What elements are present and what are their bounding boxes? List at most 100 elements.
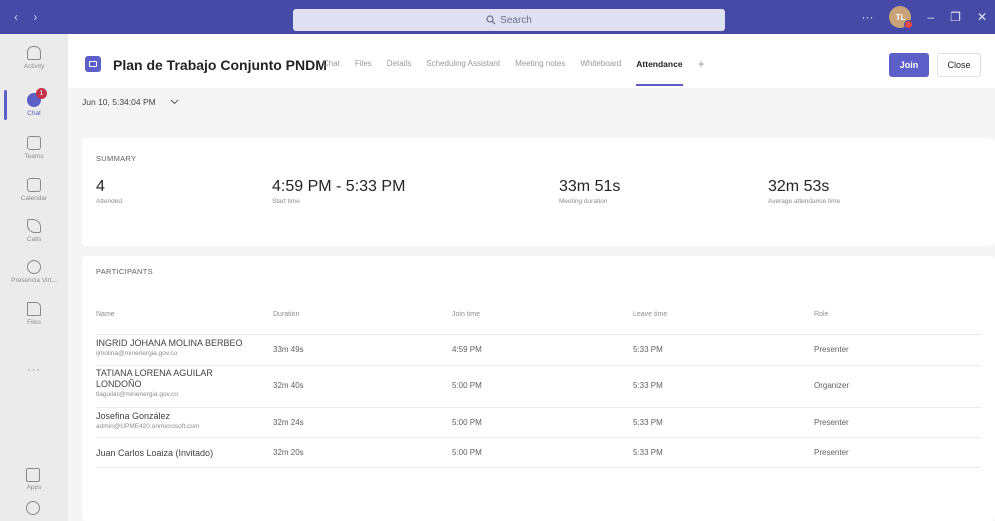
- rail-item-label: Calls: [26, 236, 42, 243]
- join-button[interactable]: Join: [889, 53, 929, 77]
- rail-item-label: Calendar: [20, 195, 48, 202]
- apps-label: Apps: [26, 484, 42, 491]
- more-options-button[interactable]: ···: [861, 10, 873, 24]
- participant-name: Josefina González: [96, 411, 171, 421]
- participant-leave-time: 5:33 PM: [633, 448, 663, 457]
- apps-icon[interactable]: [26, 468, 40, 482]
- stat-value: 4:59 PM - 5:33 PM: [272, 178, 406, 195]
- avatar[interactable]: TL: [889, 6, 914, 29]
- minimize-icon[interactable]: –: [927, 10, 934, 24]
- tab-chat[interactable]: Chat: [323, 56, 340, 86]
- tab-details[interactable]: Details: [387, 56, 411, 86]
- participant-join-time: 5:00 PM: [452, 418, 482, 427]
- participant-duration: 33m 49s: [273, 345, 304, 354]
- bell-icon: [27, 46, 41, 60]
- tab-scheduling-assistant[interactable]: Scheduling Assistant: [426, 56, 500, 86]
- column-header-join-time[interactable]: Join time: [452, 311, 480, 318]
- participant-duration: 32m 20s: [273, 448, 304, 457]
- tab-files[interactable]: Files: [355, 56, 372, 86]
- participant-join-time: 5:00 PM: [452, 448, 482, 457]
- summary-card: SUMMARY 4 Attended 4:59 PM - 5:33 PM Sta…: [82, 138, 995, 246]
- rail-item-presencia-virtual[interactable]: Presencia Virt...: [0, 252, 68, 292]
- participant-leave-time: 5:33 PM: [633, 381, 663, 390]
- add-tab-button[interactable]: +: [698, 56, 705, 86]
- stat-value: 33m 51s: [559, 178, 621, 195]
- back-forward-nav[interactable]: ‹ ›: [14, 10, 43, 24]
- meeting-tabs: Chat Files Details Scheduling Assistant …: [323, 56, 705, 86]
- tab-attendance[interactable]: Attendance: [636, 56, 683, 86]
- rail-item-files[interactable]: Files: [0, 294, 68, 334]
- search-input[interactable]: Search: [293, 9, 725, 31]
- participant-role: Presenter: [814, 448, 849, 457]
- stat-attended: 4 Attended: [96, 178, 122, 205]
- stat-average-attendance: 32m 53s Average attendance time: [768, 178, 840, 205]
- participants-card: PARTICIPANTS Name Duration Join time Lea…: [82, 256, 995, 521]
- rail-item-label: Files: [27, 319, 41, 326]
- calendar-icon: [27, 178, 41, 192]
- table-row[interactable]: INGRID JOHANA MOLINA BERBEO ijmolina@min…: [96, 336, 981, 366]
- rail-item-label: Presencia Virt...: [11, 277, 57, 284]
- app-icon: [27, 260, 41, 274]
- rail-item-activity[interactable]: Activity: [0, 38, 68, 78]
- rail-item-calendar[interactable]: Calendar: [0, 170, 68, 210]
- file-icon: [27, 302, 41, 316]
- participant-leave-time: 5:33 PM: [633, 418, 663, 427]
- table-row[interactable]: Josefina González admin@UPME420.onmicros…: [96, 408, 981, 438]
- participant-role: Presenter: [814, 345, 849, 354]
- search-placeholder: Search: [500, 14, 532, 26]
- meeting-title: Plan de Trabajo Conjunto PNDM: [113, 57, 327, 73]
- participant-role: Presenter: [814, 418, 849, 427]
- column-header-duration[interactable]: Duration: [273, 311, 299, 318]
- teams-icon: [27, 136, 41, 150]
- stat-caption: Meeting duration: [559, 198, 608, 205]
- column-header-role[interactable]: Role: [814, 311, 828, 318]
- stat-caption: Average attendance time: [768, 198, 841, 205]
- help-icon[interactable]: [26, 501, 40, 515]
- column-header-leave-time[interactable]: Leave time: [633, 311, 667, 318]
- participant-name: TATIANA LORENA AGUILAR LONDOÑO: [96, 368, 213, 389]
- chat-badge: 1: [36, 88, 47, 99]
- participant-leave-time: 5:33 PM: [633, 345, 663, 354]
- stat-caption: Start time: [272, 198, 300, 205]
- maximize-icon[interactable]: ❐: [950, 10, 961, 24]
- close-window-icon[interactable]: ✕: [977, 10, 987, 24]
- column-header-name[interactable]: Name: [96, 311, 115, 318]
- app-rail: Activity 1 Chat Teams Calendar Calls Pre…: [0, 34, 68, 521]
- attendance-date-value: Jun 10, 5:34:04 PM: [82, 97, 156, 107]
- participant-role: Organizer: [814, 381, 850, 390]
- rail-item-label: Chat: [27, 110, 41, 117]
- attendance-date-dropdown[interactable]: Jun 10, 5:34:04 PM: [82, 97, 179, 107]
- stat-meeting-duration: 33m 51s Meeting duration: [559, 178, 620, 205]
- table-row[interactable]: Juan Carlos Loaiza (Invitado) 32m 20s 5:…: [96, 438, 981, 468]
- participant-name: INGRID JOHANA MOLINA BERBEO: [96, 338, 243, 348]
- participant-join-time: 4:59 PM: [452, 345, 482, 354]
- phone-icon: [27, 219, 41, 233]
- rail-item-label: Activity: [23, 63, 45, 70]
- participant-email: admin@UPME420.onmicrosoft.com: [96, 423, 200, 430]
- chevron-down-icon: [170, 99, 179, 105]
- participants-label: PARTICIPANTS: [96, 267, 153, 276]
- tab-meeting-notes[interactable]: Meeting notes: [515, 56, 565, 86]
- title-bar: ‹ › Search ··· TL – ❐ ✕: [0, 0, 995, 34]
- meeting-header: Plan de Trabajo Conjunto PNDM Chat Files…: [68, 34, 995, 88]
- participant-email: ijmolina@minenergia.gov.co: [96, 350, 178, 357]
- rail-item-chat[interactable]: 1 Chat: [0, 85, 68, 125]
- summary-label: SUMMARY: [96, 154, 137, 163]
- participant-duration: 32m 40s: [273, 381, 304, 390]
- stat-value: 4: [96, 178, 105, 195]
- table-row[interactable]: TATIANA LORENA AGUILAR LONDOÑO tlaguilar…: [96, 366, 981, 408]
- stat-start-time: 4:59 PM - 5:33 PM Start time: [272, 178, 405, 205]
- rail-item-calls[interactable]: Calls: [0, 211, 68, 251]
- participant-duration: 32m 24s: [273, 418, 304, 427]
- tab-whiteboard[interactable]: Whiteboard: [580, 56, 621, 86]
- participant-email: tlaguilar@minenergia.gov.co: [96, 391, 178, 398]
- search-icon: [486, 15, 496, 25]
- participant-name: Juan Carlos Loaiza (Invitado): [96, 448, 214, 458]
- stat-caption: Attended: [96, 198, 123, 205]
- participant-join-time: 5:00 PM: [452, 381, 482, 390]
- close-button[interactable]: Close: [937, 53, 981, 77]
- rail-item-teams[interactable]: Teams: [0, 128, 68, 168]
- rail-more-button[interactable]: ···: [0, 364, 68, 376]
- meeting-icon: [85, 56, 101, 72]
- rail-item-label: Teams: [24, 153, 44, 160]
